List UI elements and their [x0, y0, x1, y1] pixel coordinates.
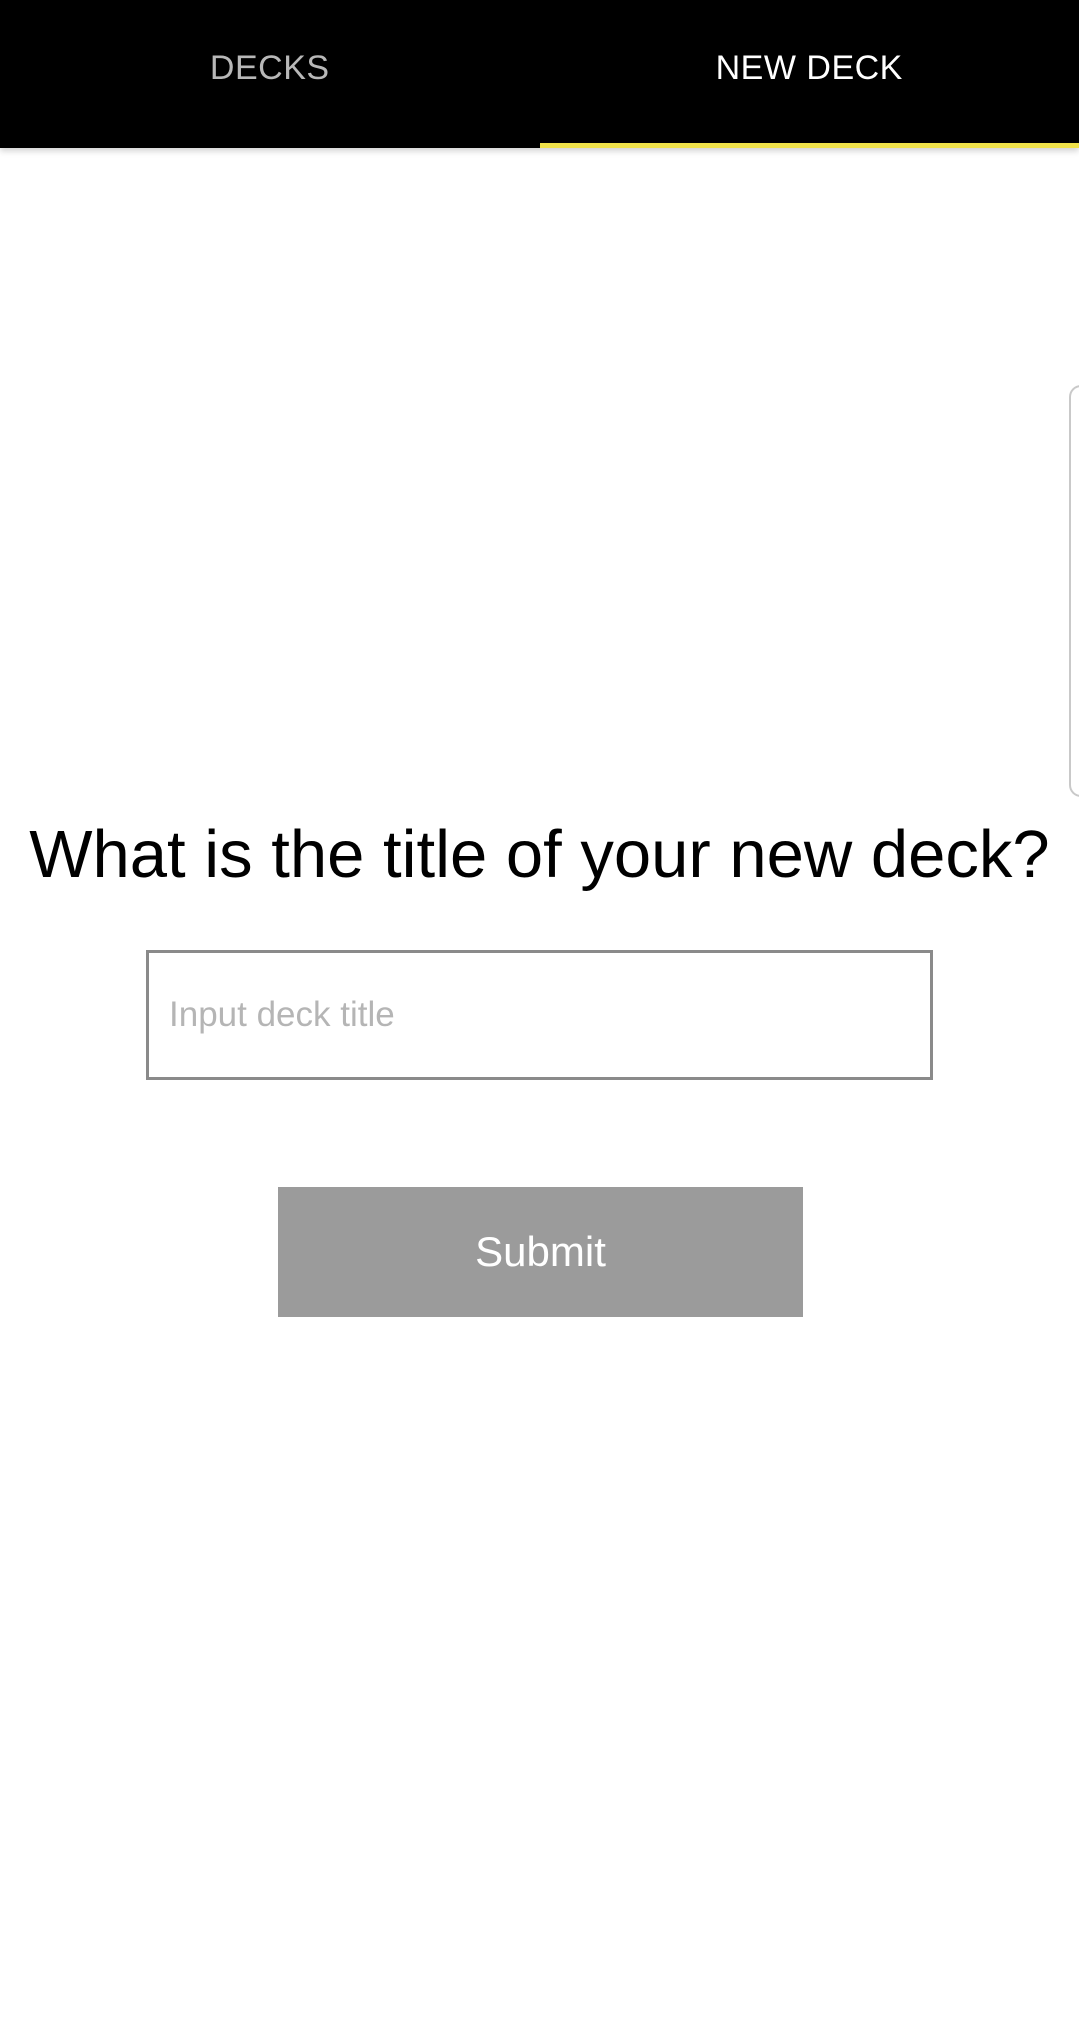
tab-decks[interactable]: DECKS: [0, 0, 540, 148]
tab-new-deck-label: NEW DECK: [715, 48, 903, 87]
tab-bar: DECKS NEW DECK: [0, 0, 1079, 148]
submit-button[interactable]: Submit: [278, 1187, 803, 1317]
tab-new-deck[interactable]: NEW DECK: [539, 0, 1079, 148]
tab-decks-label: DECKS: [209, 48, 330, 87]
active-tab-indicator: [539, 143, 1079, 148]
deck-title-question: What is the title of your new deck?: [29, 817, 1050, 892]
edge-panel-handle[interactable]: [1069, 385, 1079, 797]
deck-title-input[interactable]: [146, 950, 933, 1080]
